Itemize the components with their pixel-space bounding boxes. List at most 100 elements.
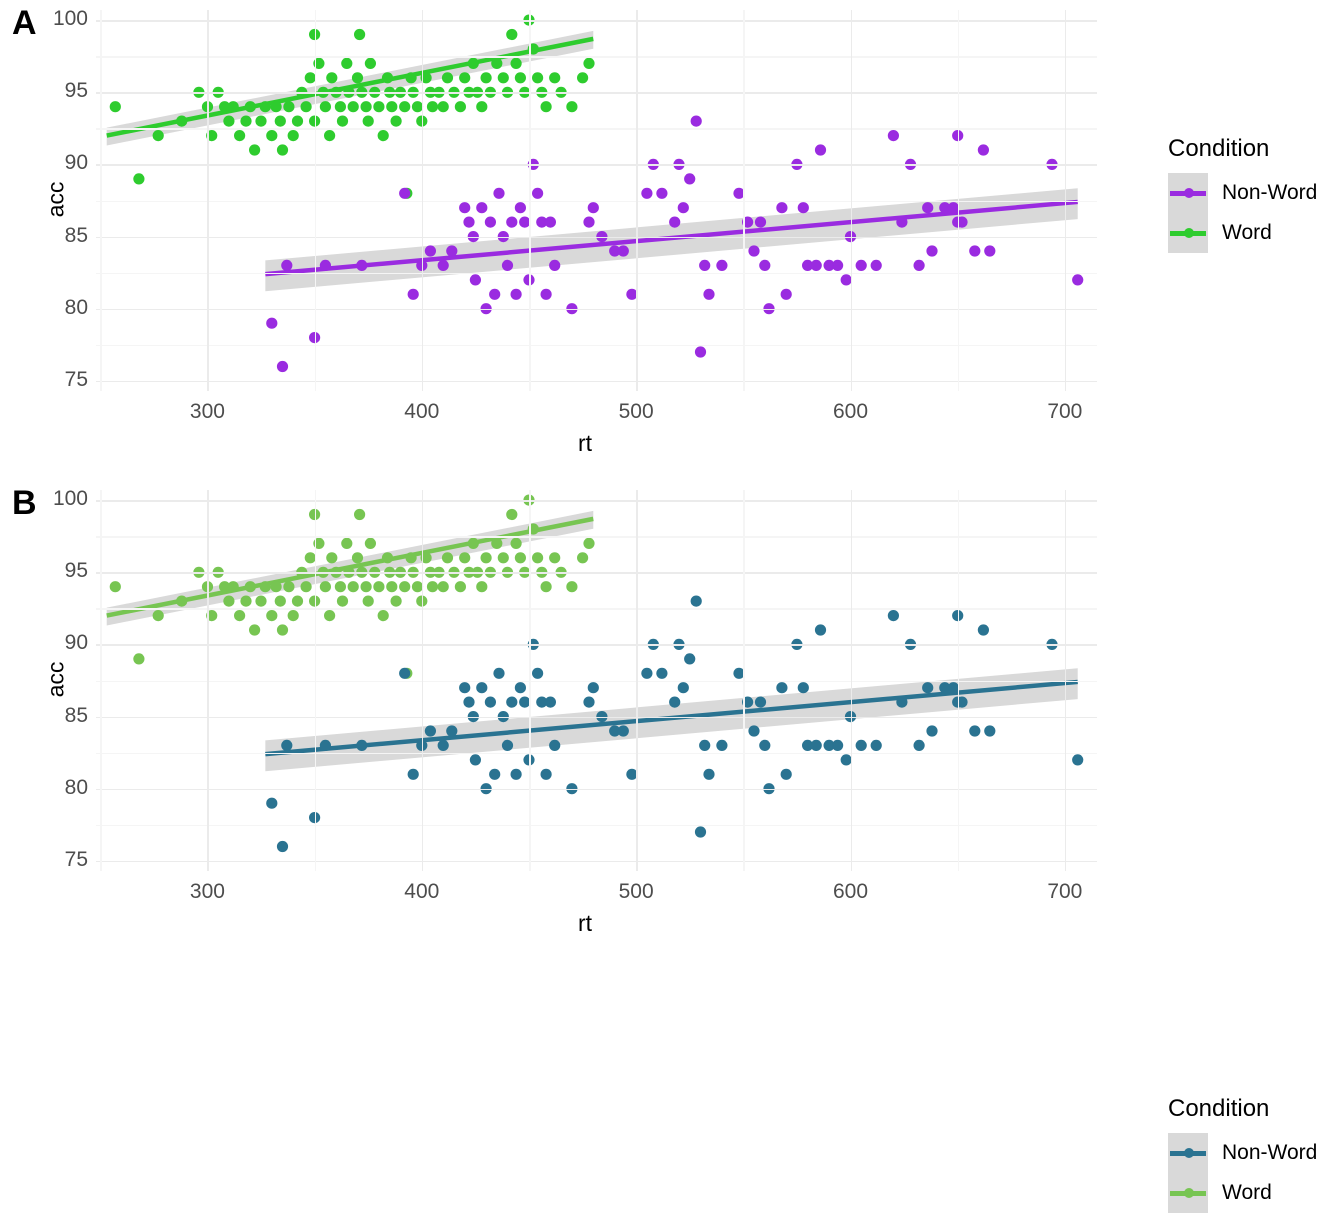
data-point [797,682,809,694]
x-tick-label: 300 [189,400,225,423]
data-point [467,537,479,549]
data-point [754,696,767,708]
data-point [300,101,312,113]
data-point [176,595,188,607]
data-point [373,101,385,113]
data-point [514,72,526,84]
data-point [491,537,503,549]
data-point [377,610,389,622]
gridline-major-horizontal [96,20,1097,22]
x-tick-label: 600 [832,400,869,423]
x-tick-label: 700 [1047,400,1083,423]
data-point [469,274,481,286]
legend-item-word[interactable]: Word [1168,1173,1317,1213]
data-point [319,101,331,113]
data-point [362,115,374,127]
data-point [780,768,792,780]
data-point [577,552,589,564]
legend-item-word[interactable]: Word [1168,213,1317,253]
legend-item-label: Word [1222,221,1272,244]
data-point [240,115,252,127]
data-point [506,216,518,228]
points-word [109,494,595,679]
data-point [381,72,394,84]
gridline-major-horizontal [96,164,1097,166]
x-tick-label: 500 [618,880,654,903]
legend-point-icon [1184,1188,1194,1198]
data-point [244,581,256,593]
data-point [459,682,471,694]
data-point [716,739,728,751]
x-tick-label: 400 [404,880,440,903]
data-point [510,288,522,300]
gridline-minor-horizontal [96,128,1097,130]
data-point [259,101,271,113]
legend-item-non-word[interactable]: Non-Word [1168,1133,1317,1173]
data-point [407,288,419,300]
data-point [810,259,822,271]
gridline-minor-horizontal [96,680,1097,683]
data-point [386,581,398,593]
panel-b-legend-keys: Non-Word Word [1168,1133,1317,1213]
data-point [437,581,449,593]
data-point [364,57,376,69]
panel-a-x-axis-label: rt [577,430,593,456]
data-point [748,245,760,257]
data-point [437,259,449,271]
data-point [587,682,599,694]
data-point [476,202,488,214]
data-point [463,216,475,228]
data-point [969,245,981,257]
data-point [324,610,336,622]
gridline-minor-horizontal [96,824,1097,827]
legend-key-icon [1168,1173,1208,1213]
data-point [386,101,398,113]
data-point [896,696,908,708]
gridline-major-vertical [421,10,424,391]
data-point [390,595,402,607]
gridline-minor-vertical [957,10,960,391]
data-point [814,144,827,156]
data-point [926,725,938,737]
data-point [506,696,518,708]
data-point [377,130,389,142]
data-point [855,739,867,751]
data-point [540,581,552,593]
data-point [544,216,556,228]
data-point [677,202,689,214]
data-point [319,739,331,751]
data-point [341,57,353,69]
y-tick-label: 75 [64,367,88,391]
data-point [276,144,289,156]
data-point [1072,754,1084,766]
data-point [276,840,289,853]
data-point [319,581,331,593]
gridline-minor-vertical [100,490,102,871]
data-point [514,682,526,694]
data-point [255,115,267,127]
gridline-major-horizontal [96,236,1097,239]
data-point [501,739,514,751]
data-point [510,768,522,780]
data-point [287,130,299,142]
gridline-minor-horizontal [96,752,1097,755]
data-point [549,72,561,84]
legend-item-non-word[interactable]: Non-Word [1168,173,1317,213]
data-point [684,653,696,665]
data-point [484,696,496,708]
data-point [540,768,552,780]
data-point [266,317,278,329]
data-point [109,581,121,593]
data-point [776,682,788,694]
data-point [677,682,689,694]
data-point [437,101,449,113]
data-point [669,696,681,708]
data-point [426,101,439,113]
gridline-minor-vertical [528,10,531,391]
data-point [274,115,286,127]
panel-a-legend-title: Condition [1168,135,1270,162]
data-point [234,130,246,142]
data-point [364,537,376,549]
data-point [984,245,996,257]
data-point [326,72,338,84]
